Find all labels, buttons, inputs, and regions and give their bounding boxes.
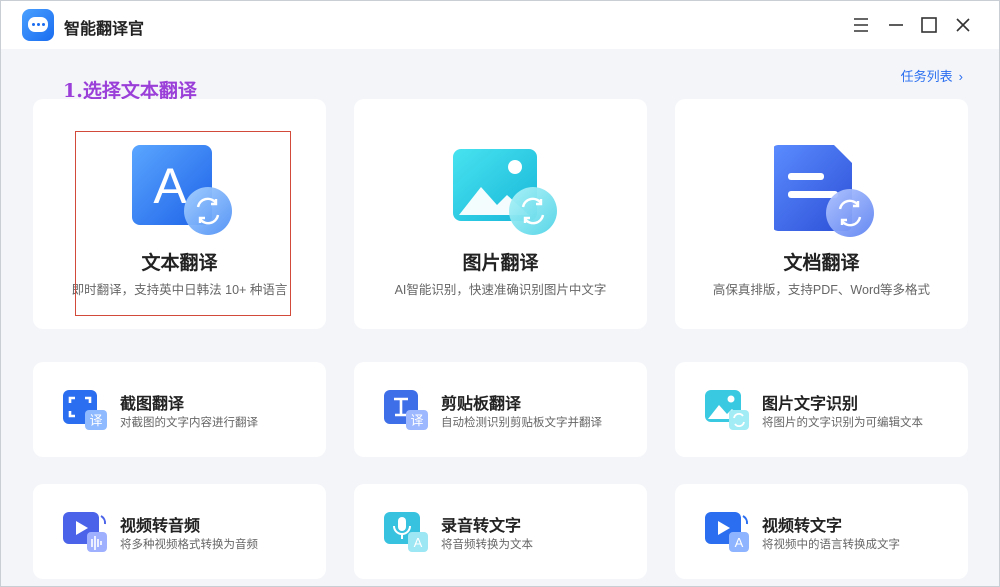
- task-list-label: 任务列表: [900, 69, 953, 84]
- video-to-audio-icon: [63, 512, 109, 554]
- card-title: 视频转文字: [762, 518, 843, 535]
- card-desc: 将多种视频格式转换为音频: [120, 539, 258, 551]
- document-icon: [771, 145, 884, 241]
- card-desc: 对截图的文字内容进行翻译: [120, 417, 258, 429]
- maximize-icon[interactable]: [917, 13, 941, 37]
- svg-text:A: A: [153, 158, 187, 214]
- svg-text:A: A: [735, 535, 744, 550]
- card-desc: 高保真排版，支持PDF、Word等多格式: [712, 283, 931, 297]
- svg-text:译: 译: [89, 414, 102, 429]
- image-ocr-card[interactable]: 图片文字识别 将图片的文字识别为可编辑文本: [675, 362, 968, 457]
- menu-icon[interactable]: [849, 13, 873, 37]
- image-ocr-icon: [705, 390, 751, 432]
- card-title: 图片文字识别: [762, 396, 859, 413]
- card-title: 图片翻译: [462, 253, 539, 274]
- letter-a-icon: A: [131, 145, 242, 241]
- card-title: 截图翻译: [120, 396, 185, 413]
- screenshot-translate-card[interactable]: 译 截图翻译 对截图的文字内容进行翻译: [33, 362, 326, 457]
- clipboard-icon: 译: [384, 390, 430, 432]
- card-title: 剪贴板翻译: [441, 396, 522, 413]
- card-desc: 将图片的文字识别为可编辑文本: [762, 417, 923, 429]
- card-desc: 将视频中的语言转换成文字: [762, 539, 900, 551]
- card-desc: 自动检测识别剪贴板文字并翻译: [441, 417, 602, 429]
- document-translate-card[interactable]: 文档翻译 高保真排版，支持PDF、Word等多格式: [675, 99, 968, 329]
- title-bar: 智能翻译官: [1, 1, 999, 49]
- text-translate-card[interactable]: A 文本翻译 即时翻译，支持英中日韩法 10+ 种语言: [33, 99, 326, 329]
- screenshot-icon: 译: [63, 390, 109, 432]
- card-title: 文档翻译: [783, 253, 860, 274]
- microphone-icon: A: [384, 512, 430, 554]
- app-title: 智能翻译官: [64, 21, 145, 38]
- card-desc: AI智能识别，快速准确识别图片中文字: [394, 283, 607, 297]
- svg-text:译: 译: [410, 414, 423, 429]
- image-translate-card[interactable]: 图片翻译 AI智能识别，快速准确识别图片中文字: [354, 99, 647, 329]
- clipboard-translate-card[interactable]: 译 剪贴板翻译 自动检测识别剪贴板文字并翻译: [354, 362, 647, 457]
- card-desc: 将音频转换为文本: [441, 539, 533, 551]
- close-icon[interactable]: [951, 13, 975, 37]
- minimize-icon[interactable]: [884, 13, 908, 37]
- picture-icon: [452, 145, 563, 241]
- video-to-text-icon: A: [705, 512, 751, 554]
- video-to-audio-card[interactable]: 视频转音频 将多种视频格式转换为音频: [33, 484, 326, 579]
- card-title: 视频转音频: [120, 518, 201, 535]
- video-to-text-card[interactable]: A 视频转文字 将视频中的语言转换成文字: [675, 484, 968, 579]
- card-title: 文本翻译: [141, 253, 218, 274]
- app-logo-icon: [22, 9, 54, 41]
- card-title: 录音转文字: [441, 518, 522, 535]
- chevron-right-icon: ›: [958, 69, 963, 84]
- recording-to-text-card[interactable]: A 录音转文字 将音频转换为文本: [354, 484, 647, 579]
- task-list-link[interactable]: 任务列表 ›: [901, 66, 963, 85]
- svg-text:A: A: [414, 535, 423, 550]
- card-desc: 即时翻译，支持英中日韩法 10+ 种语言: [71, 283, 288, 297]
